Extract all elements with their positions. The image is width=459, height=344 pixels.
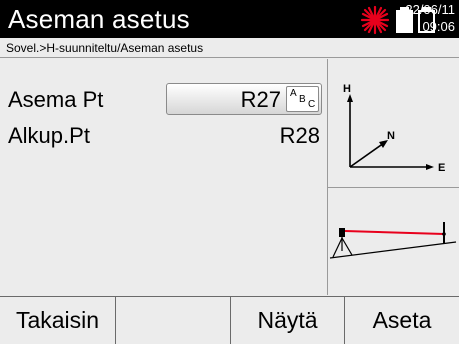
input-mode-glyph-b: B [299, 94, 306, 105]
origin-point-value: R28 [279, 123, 320, 148]
set-button[interactable]: Aseta [345, 297, 459, 344]
axis-h-label: H [343, 83, 351, 95]
station-point-input[interactable]: R27 A B C [166, 83, 322, 115]
title-bar: Aseman asetus 22/06/11 09:06 [0, 0, 459, 38]
softkey-bar: Takaisin Näytä Aseta [0, 296, 459, 344]
input-mode-glyph-a: A [290, 88, 297, 99]
coordinate-axes-diagram: H N E [343, 83, 445, 174]
axis-e-label: E [438, 162, 445, 174]
input-mode-button[interactable]: A B C [286, 86, 319, 112]
origin-point-label: Alkup.Pt [8, 123, 90, 148]
axis-diagram-panel: H N E [328, 59, 459, 188]
axis-n-label: N [387, 130, 395, 142]
time-display: 09:06 [422, 19, 455, 34]
laser-icon [360, 5, 390, 35]
page-title: Aseman asetus [8, 4, 190, 34]
input-mode-glyph-c: C [308, 99, 316, 110]
instrument-diagram-panel [328, 188, 459, 295]
back-button[interactable]: Takaisin [0, 297, 116, 344]
station-point-value: R27 [240, 87, 281, 112]
empty-softkey[interactable] [116, 297, 231, 344]
show-button[interactable]: Näytä [231, 297, 345, 344]
station-point-label: Asema Pt [8, 87, 104, 112]
tripod-instrument-icon [329, 222, 457, 259]
breadcrumb: Sovel.>H-suunniteltu/Aseman asetus [0, 38, 459, 58]
date-display: 22/06/11 [405, 2, 455, 17]
form-panel: Asema Pt R27 A B C Alkup.Pt R28 [0, 59, 328, 295]
